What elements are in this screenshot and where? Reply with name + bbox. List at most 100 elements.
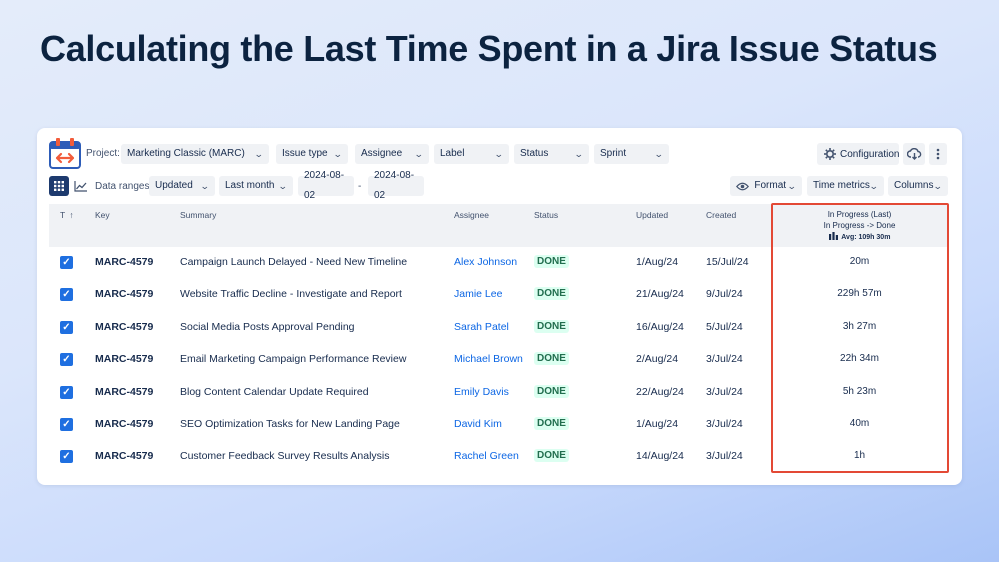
filter-issue-type[interactable]: Issue type ⌄ <box>276 144 348 164</box>
checkbox-icon[interactable]: ✓ <box>60 353 73 367</box>
project-select[interactable]: Marketing Classic (MARC) ⌄ <box>121 144 269 164</box>
issue-key[interactable]: MARC-4579 <box>95 288 153 300</box>
issue-created: 3/Jul/24 <box>706 385 743 398</box>
issue-key[interactable]: MARC-4579 <box>95 450 153 462</box>
issue-key[interactable]: MARC-4579 <box>95 256 153 268</box>
filter-assignee[interactable]: Assignee ⌄ <box>355 144 429 164</box>
more-vertical-icon[interactable] <box>929 143 947 165</box>
checkbox-icon[interactable]: ✓ <box>60 385 73 399</box>
issue-summary[interactable]: Website Traffic Decline - Investigate an… <box>180 288 402 300</box>
chevron-down-icon: ⌄ <box>494 149 505 159</box>
status-badge: DONE <box>534 287 569 301</box>
checkbox-icon[interactable]: ✓ <box>60 320 73 334</box>
filter-label: Assignee <box>361 148 403 159</box>
filter-sprint[interactable]: Sprint ⌄ <box>594 144 669 164</box>
date-from-value: 2024-08-02 <box>304 170 345 201</box>
column-header-metric-title[interactable]: In Progress (Last) <box>772 210 947 219</box>
filter-label: Status <box>520 148 549 159</box>
issue-summary[interactable]: Email Marketing Campaign Performance Rev… <box>180 353 406 365</box>
table-row[interactable]: ✓ MARC-4579 SEO Optimization Tasks for New… <box>49 409 948 441</box>
issue-assignee[interactable]: Rachel Green <box>454 450 519 462</box>
table-row[interactable]: ✓ MARC-4579 Customer Feedback Survey Resul… <box>49 441 948 473</box>
column-header-key[interactable]: Key <box>95 210 110 220</box>
issue-key[interactable]: MARC-4579 <box>95 386 153 398</box>
date-to-input[interactable]: 2024-08-02 <box>368 170 424 201</box>
issue-created: 5/Jul/24 <box>706 320 743 333</box>
issue-updated: 1/Aug/24 <box>636 256 679 268</box>
columns-select[interactable]: Columns ⌄ <box>888 176 948 196</box>
issue-summary[interactable]: SEO Optimization Tasks for New Landing P… <box>180 418 400 430</box>
column-header-metric-subtitle: In Progress -> Done <box>823 221 896 230</box>
metric-value: 1h <box>853 450 866 462</box>
chevron-down-icon: ⌄ <box>654 149 665 159</box>
checkbox-icon[interactable]: ✓ <box>60 418 73 431</box>
sort-arrow-icon: ↑ <box>69 210 74 220</box>
grid-view-icon[interactable] <box>49 176 69 196</box>
time-metrics-label: Time metrics <box>813 180 870 191</box>
cloud-download-icon[interactable] <box>903 143 925 165</box>
issue-summary[interactable]: Customer Feedback Survey Results Analysi… <box>180 450 390 462</box>
issue-updated: 16/Aug/24 <box>636 320 684 333</box>
slide-title: Calculating the Last Time Spent in a Jir… <box>40 28 938 69</box>
issue-created: 3/Jul/24 <box>706 450 743 463</box>
checkbox-icon[interactable]: ✓ <box>60 256 73 269</box>
filter-status[interactable]: Status ⌄ <box>514 144 589 164</box>
issue-summary[interactable]: Campaign Launch Delayed - Need New Timel… <box>180 256 407 268</box>
status-badge: DONE <box>534 319 569 333</box>
status-badge: DONE <box>534 417 569 430</box>
gear-icon <box>824 148 836 160</box>
issue-updated: 14/Aug/24 <box>636 450 684 463</box>
issue-created: 9/Jul/24 <box>706 288 743 301</box>
format-select[interactable]: Format ⌄ <box>730 176 802 196</box>
issue-assignee[interactable]: Michael Brown <box>454 353 523 365</box>
checkbox-icon[interactable]: ✓ <box>60 450 73 464</box>
issue-key[interactable]: MARC-4579 <box>95 353 153 365</box>
issue-key[interactable]: MARC-4579 <box>95 418 153 430</box>
issue-assignee[interactable]: Sarah Patel <box>454 321 509 333</box>
issue-summary[interactable]: Blog Content Calendar Update Required <box>180 386 369 398</box>
column-header-updated[interactable]: Updated <box>636 210 668 220</box>
metric-value: 5h 23m <box>842 385 877 397</box>
filter-label: Issue type <box>282 148 328 159</box>
table-row[interactable]: ✓ MARC-4579 Website Traffic Decline - Inve… <box>49 279 948 311</box>
column-header-status[interactable]: Status <box>534 210 558 220</box>
column-header-created[interactable]: Created <box>706 210 736 220</box>
date-from-input[interactable]: 2024-08-02 <box>298 170 354 201</box>
filter-label[interactable]: Label ⌄ <box>434 144 509 164</box>
date-separator: - <box>358 181 362 192</box>
chevron-down-icon: ⌄ <box>200 181 211 191</box>
status-badge: DONE <box>534 384 569 398</box>
issue-updated: 22/Aug/24 <box>636 385 684 398</box>
column-header-type[interactable]: T ↑ <box>60 210 74 220</box>
issue-updated: 21/Aug/24 <box>636 288 684 301</box>
issue-key[interactable]: MARC-4579 <box>95 321 153 333</box>
issue-created: 3/Jul/24 <box>706 418 743 430</box>
data-range-field-select[interactable]: Updated ⌄ <box>149 176 215 196</box>
issue-updated: 1/Aug/24 <box>636 418 679 430</box>
filter-label: Label <box>440 148 465 159</box>
issue-assignee[interactable]: Alex Johnson <box>454 256 517 268</box>
issue-created: 3/Jul/24 <box>706 353 743 366</box>
chart-view-icon[interactable] <box>71 176 89 196</box>
time-metrics-select[interactable]: Time metrics ⌄ <box>807 176 884 196</box>
issue-updated: 2/Aug/24 <box>636 353 679 366</box>
table-row[interactable]: ✓ MARC-4579 Email Marketing Campaign Perfo… <box>49 344 948 376</box>
issue-assignee[interactable]: David Kim <box>454 418 502 430</box>
issue-created: 15/Jul/24 <box>706 256 749 268</box>
column-header-summary[interactable]: Summary <box>180 210 216 220</box>
data-range-period-select[interactable]: Last month ⌄ <box>219 176 293 196</box>
configuration-button[interactable]: Configuration <box>817 143 899 165</box>
column-header-label: T <box>60 210 66 220</box>
issue-summary[interactable]: Social Media Posts Approval Pending <box>180 321 355 333</box>
table-row[interactable]: ✓ MARC-4579 Campaign Launch Delayed - Need… <box>49 247 948 279</box>
table-row[interactable]: ✓ MARC-4579 Social Media Posts Approval Pe… <box>49 312 948 344</box>
column-header-assignee[interactable]: Assignee <box>454 210 489 220</box>
issue-assignee[interactable]: Emily Davis <box>454 386 509 398</box>
format-label: Format <box>754 180 787 191</box>
checkbox-icon[interactable]: ✓ <box>60 288 73 302</box>
metric-value: 20m <box>849 256 870 267</box>
report-card: Project: Marketing Classic (MARC) ⌄ Issu… <box>37 128 962 485</box>
table-row[interactable]: ✓ MARC-4579 Blog Content Calendar Update R… <box>49 377 948 409</box>
calendar-app-icon <box>49 138 81 169</box>
issue-assignee[interactable]: Jamie Lee <box>454 288 502 300</box>
